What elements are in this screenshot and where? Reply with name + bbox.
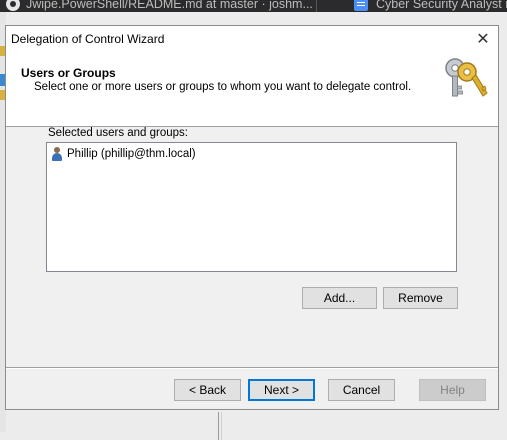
list-item-label: Phillip (phillip@thm.local) (67, 148, 196, 160)
close-icon: ✕ (476, 31, 490, 48)
background-splitter (218, 412, 222, 440)
back-button[interactable]: < Back (174, 379, 241, 401)
user-icon (51, 147, 63, 161)
close-button[interactable]: ✕ (470, 26, 496, 52)
list-item[interactable]: Phillip (phillip@thm.local) (51, 146, 198, 162)
wizard-header: Users or Groups Select one or more users… (6, 52, 498, 127)
help-button[interactable]: Help (419, 379, 486, 401)
title-bar[interactable]: Delegation of Control Wizard ✕ (6, 26, 498, 52)
tab-divider (316, 0, 317, 12)
github-icon (6, 0, 20, 11)
delegation-wizard-dialog: Delegation of Control Wizard ✕ Users or … (5, 25, 499, 410)
page-title: Users or Groups (21, 66, 116, 80)
window-title: Delegation of Control Wizard (11, 32, 165, 46)
browser-tab-label: Cyber Security Analyst r (376, 0, 507, 11)
document-icon (354, 0, 368, 11)
cancel-button[interactable]: Cancel (328, 379, 395, 401)
add-button[interactable]: Add... (302, 287, 377, 309)
next-button[interactable]: Next > (248, 379, 315, 401)
footer-divider (6, 367, 498, 368)
browser-tab-cyber-security[interactable]: Cyber Security Analyst r (354, 0, 507, 12)
selected-users-label: Selected users and groups: (48, 127, 189, 139)
page-subtitle: Select one or more users or groups to wh… (34, 81, 412, 93)
selected-users-list[interactable]: Phillip (phillip@thm.local) (46, 142, 457, 272)
browser-tab-label: Jwipe.PowerShell/README.md at master · j… (26, 0, 313, 11)
browser-tab-github[interactable]: Jwipe.PowerShell/README.md at master · j… (6, 0, 313, 12)
browser-tab-strip: Jwipe.PowerShell/README.md at master · j… (0, 0, 507, 12)
remove-button[interactable]: Remove (383, 287, 458, 309)
keys-icon (445, 58, 488, 97)
